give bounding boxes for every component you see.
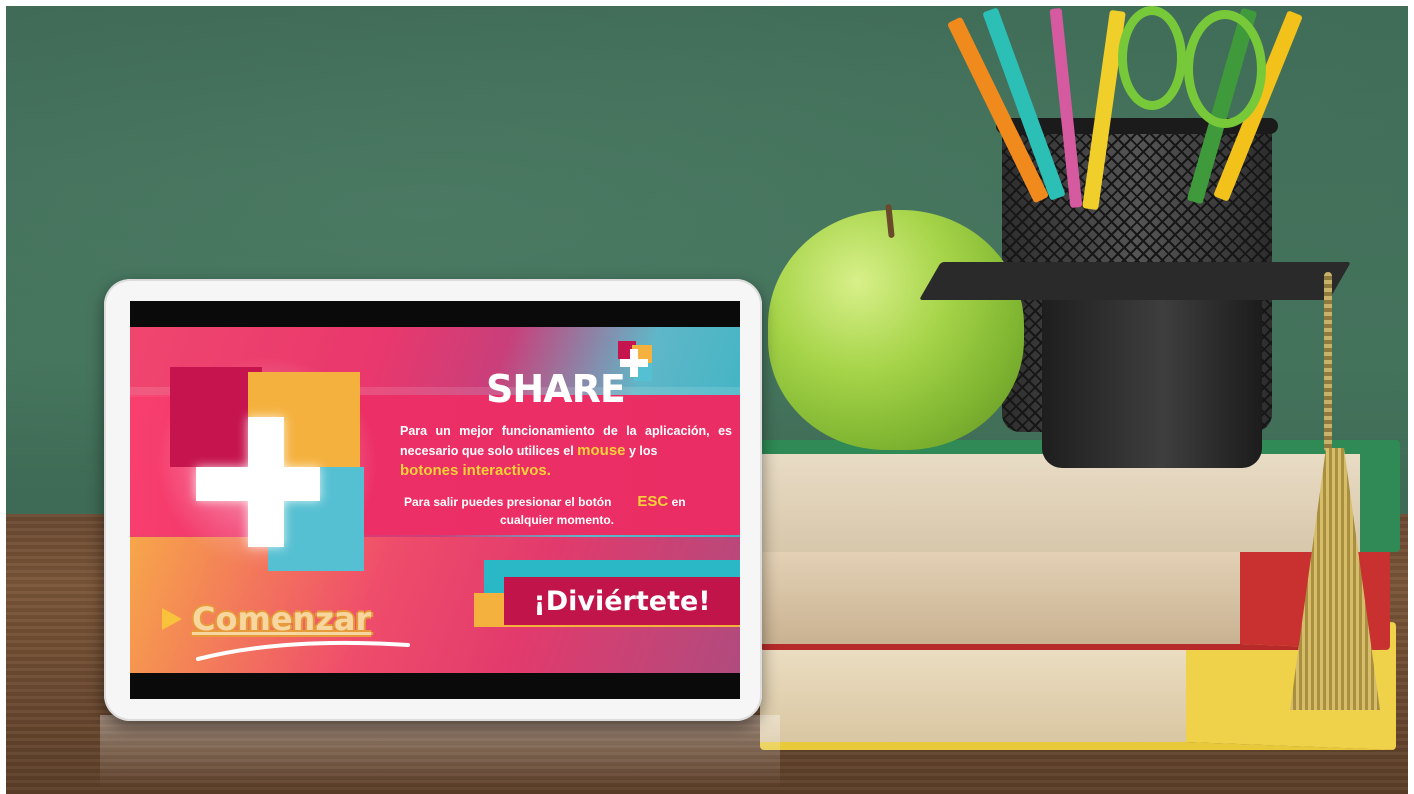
tassel-cord [1324,272,1332,452]
graduation-cap-body [1042,290,1262,468]
highlight-mouse: mouse [577,442,626,459]
exit-note: Para salir puedes presionar el botón ESC … [404,493,734,529]
instructions-part2: y los [625,444,658,458]
tablet-screen: SHARE Para un mejor funcionamiento de la… [130,301,740,699]
tablet-reflection [100,715,780,788]
esc-key-label: ESC [637,493,669,510]
graduation-cap-board [919,262,1351,300]
book-red [760,538,1390,650]
scissors-handle-right [1184,10,1266,128]
scissors-handle-left [1118,6,1186,110]
exit-note-text: Para salir puedes presionar el botón [404,495,612,509]
app-splash-screen: SHARE Para un mejor funcionamiento de la… [130,327,740,673]
instructions-text: Para un mejor funcionamiento de la aplic… [400,421,732,481]
green-apple [768,210,1024,450]
fun-banner: ¡Diviértete! [504,577,740,625]
highlight-buttons: botones interactivos. [400,462,551,479]
exit-note-line2: cualquier momento. [500,513,615,527]
plus-logo-bar [196,467,320,501]
play-arrow-icon [162,608,182,630]
instructions-part1: Para un mejor funcionamiento de la aplic… [400,424,732,458]
tablet-device: SHARE Para un mejor funcionamiento de la… [104,279,762,721]
app-logo-title: SHARE [486,367,626,411]
start-underline-swoosh [196,640,410,661]
exit-note-after: en [668,495,686,509]
